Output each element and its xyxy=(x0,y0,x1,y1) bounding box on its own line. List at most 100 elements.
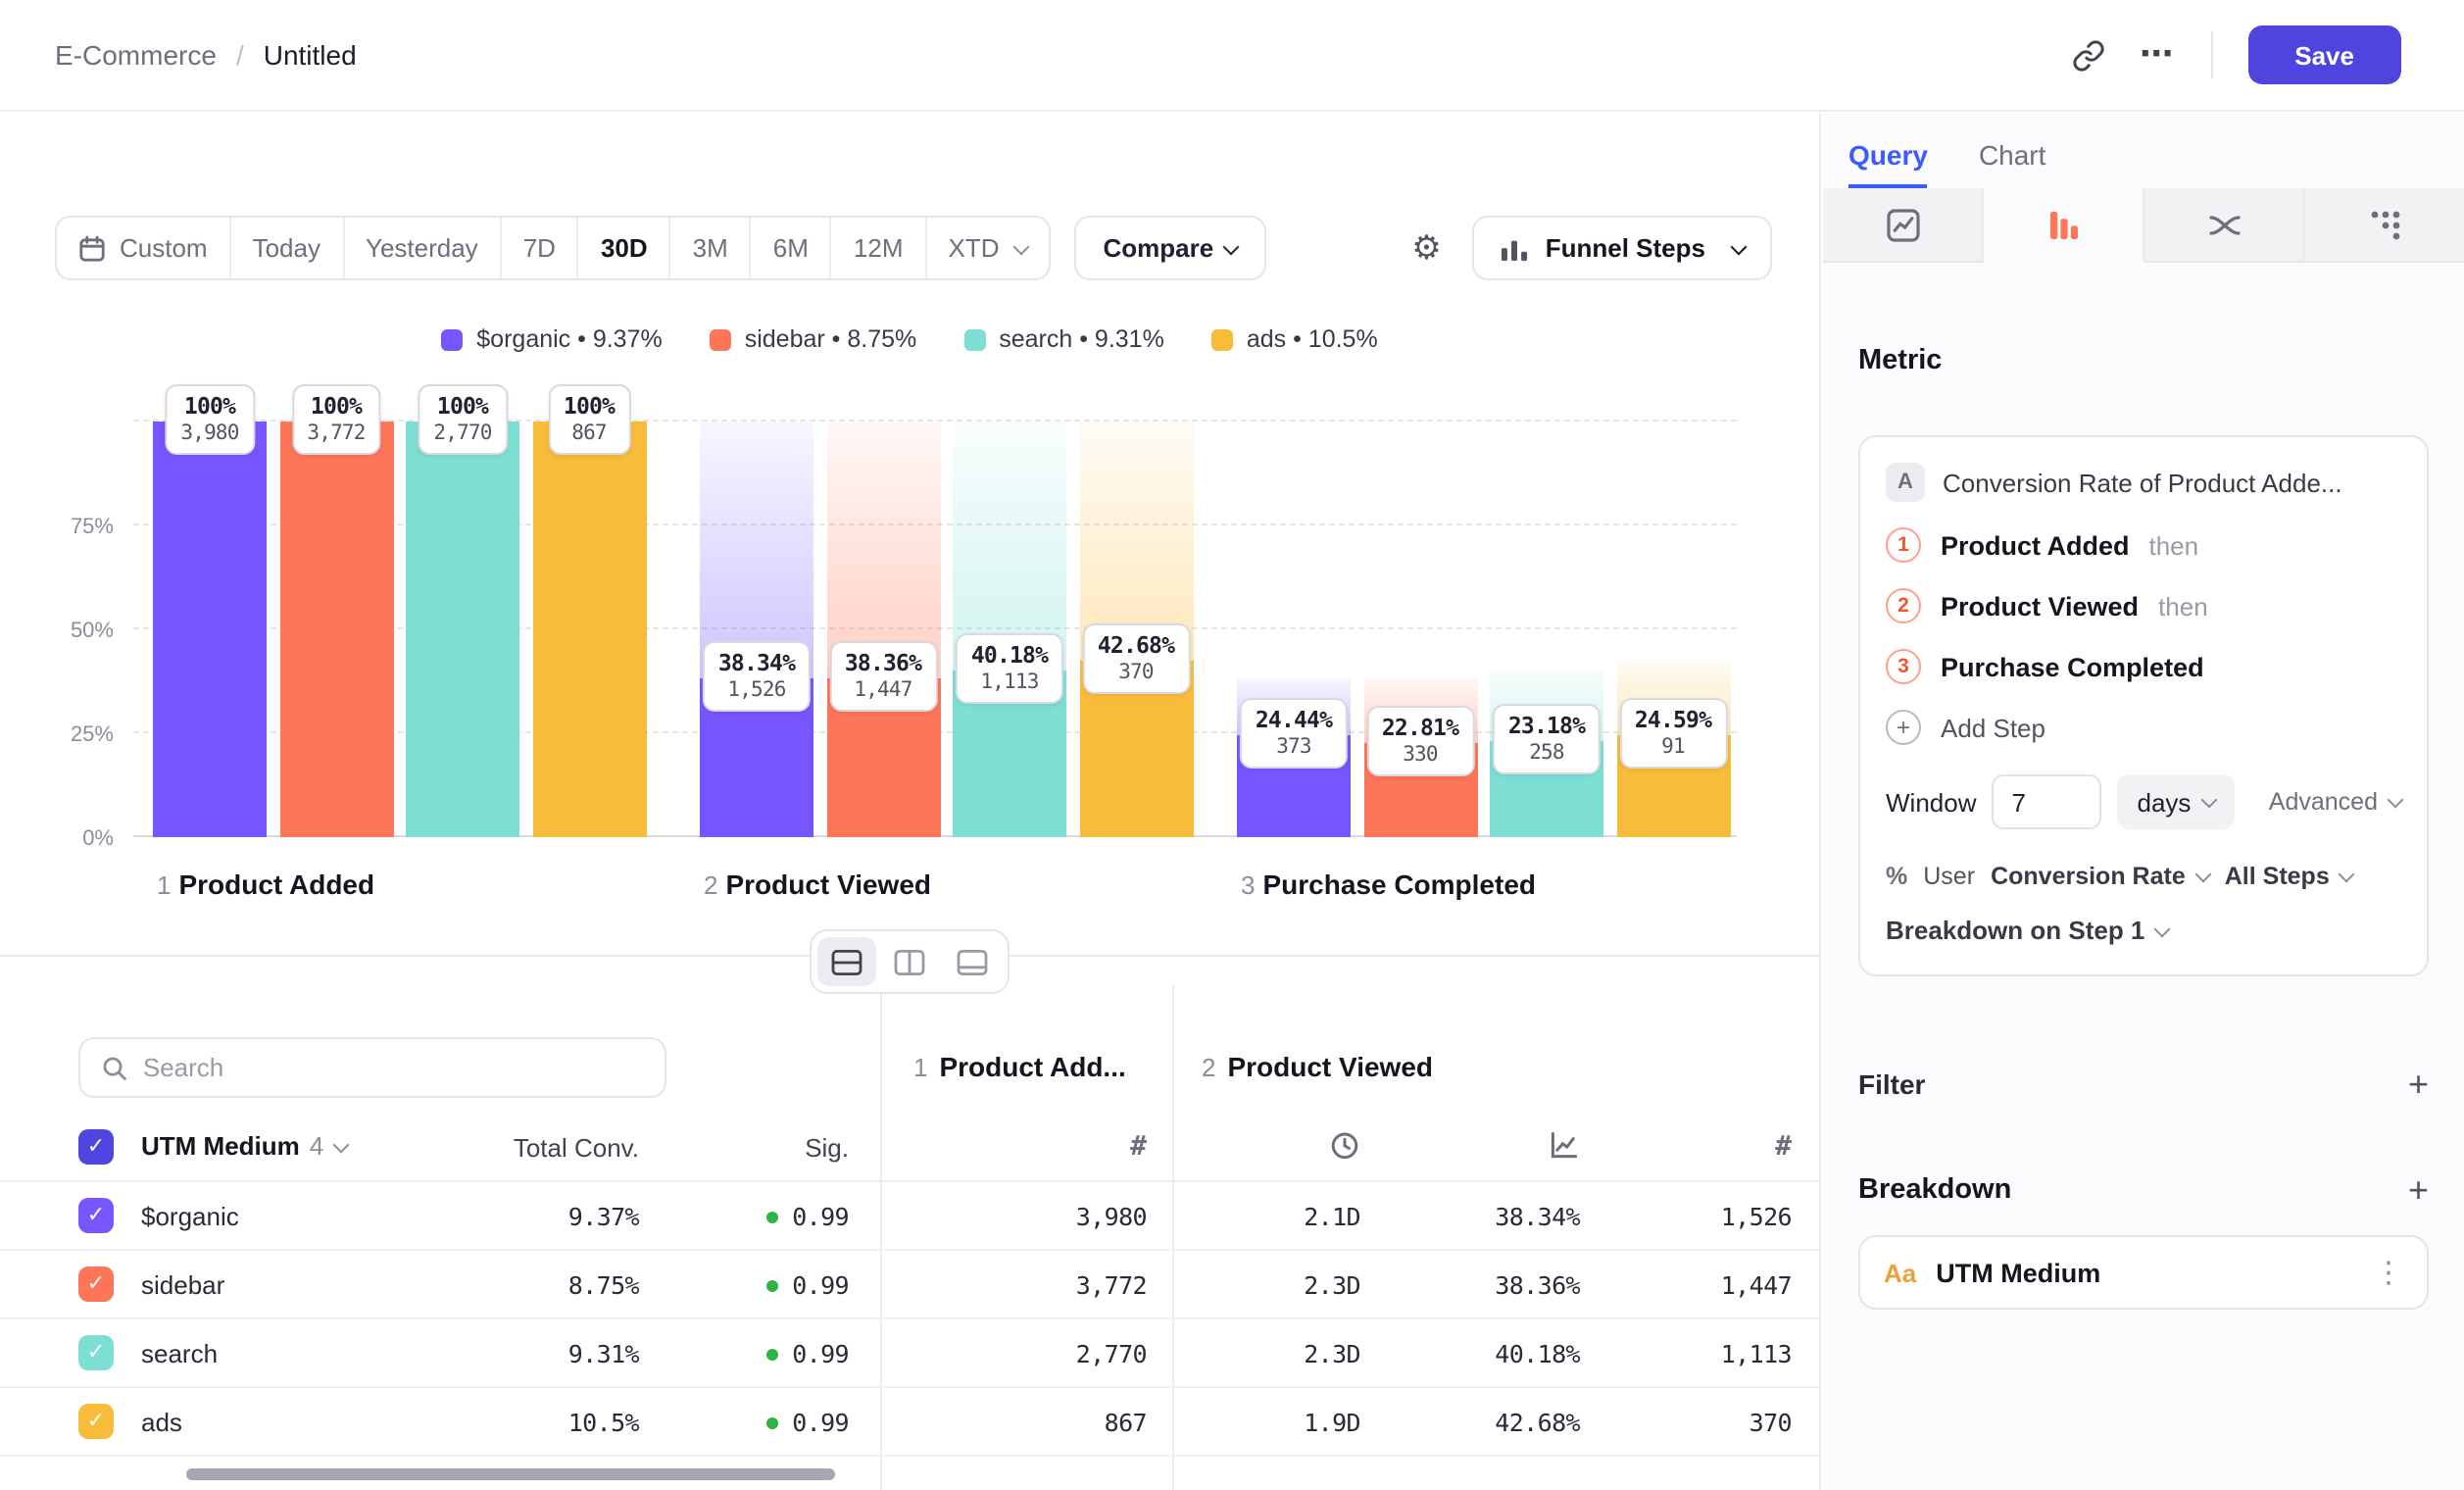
tab-flows[interactable] xyxy=(2144,188,2305,263)
sig-column-header[interactable]: Sig. xyxy=(805,1133,849,1163)
metric-title-row[interactable]: A Conversion Rate of Product Adde... xyxy=(1886,463,2401,502)
funnel-bar[interactable] xyxy=(406,422,519,837)
breadcrumb-report-title[interactable]: Untitled xyxy=(264,39,357,71)
chart-type-button[interactable]: Funnel Steps xyxy=(1473,216,1772,280)
kebab-menu-icon[interactable]: ⋮ xyxy=(2374,1255,2403,1290)
row-checkbox[interactable]: ✓ xyxy=(78,1266,114,1302)
step-number-badge: 1 xyxy=(1886,527,1921,563)
conversion-trend-toggle[interactable] xyxy=(1549,1129,1580,1170)
breakdown-item[interactable]: AaUTM Medium⋮ xyxy=(1858,1235,2429,1310)
table-search[interactable] xyxy=(78,1037,666,1098)
row-checkbox[interactable]: ✓ xyxy=(78,1404,114,1439)
metric-step[interactable]: 2Product Viewedthen xyxy=(1886,588,2401,623)
date-range-xtd[interactable]: XTD xyxy=(927,218,1049,278)
date-range-custom[interactable]: Custom xyxy=(57,218,231,278)
funnel-bar[interactable] xyxy=(953,422,1066,837)
search-input[interactable] xyxy=(143,1053,643,1082)
breakdown-on-step-select[interactable]: Breakdown on Step 1 xyxy=(1886,916,2401,945)
split-horizontal-icon xyxy=(831,948,862,975)
chart-settings-button[interactable]: ⚙ xyxy=(1411,231,1442,265)
save-button[interactable]: Save xyxy=(2247,25,2401,84)
funnel-bar[interactable] xyxy=(826,422,940,837)
horizontal-scrollbar[interactable] xyxy=(186,1468,835,1480)
date-range-30d[interactable]: 30D xyxy=(579,218,671,278)
date-range-6m[interactable]: 6M xyxy=(752,218,832,278)
window-value-input[interactable] xyxy=(1993,774,2102,829)
row-checkbox[interactable]: ✓ xyxy=(78,1335,114,1370)
steps-scope-select[interactable]: All Steps xyxy=(2225,863,2353,890)
legend-item[interactable]: ads • 10.5% xyxy=(1211,325,1378,353)
measurement-select[interactable]: Conversion Rate xyxy=(1991,863,2209,890)
layout-split-horizontal-button[interactable] xyxy=(817,937,876,986)
chevron-down-icon xyxy=(1223,238,1240,255)
measurement-actor[interactable]: User xyxy=(1923,863,1975,890)
table-row[interactable]: ✓search9.31%0.992,7702.3D40.18%1,113 xyxy=(0,1319,1819,1388)
window-unit-select[interactable]: days xyxy=(2118,774,2235,829)
metric-step[interactable]: 1Product Addedthen xyxy=(1886,527,2401,563)
tab-chart[interactable]: Chart xyxy=(1979,139,2045,188)
add-step-button[interactable]: + Add Step xyxy=(1886,710,2401,745)
bar-value-label: 40.18%1,113 xyxy=(956,633,1063,704)
legend-item[interactable]: $organic • 9.37% xyxy=(441,325,662,353)
breakdown-group-header[interactable]: UTM Medium4 xyxy=(141,1131,347,1161)
topbar-divider xyxy=(2210,31,2212,78)
date-range-7d[interactable]: 7D xyxy=(502,218,579,278)
date-range-3m[interactable]: 3M xyxy=(671,218,752,278)
bar-value-label: 38.34%1,526 xyxy=(703,640,811,711)
funnel-bar[interactable] xyxy=(700,422,813,837)
metric-step[interactable]: 3Purchase Completed xyxy=(1886,649,2401,684)
table-step2-header: 2Product Viewed xyxy=(1202,1051,1433,1086)
table-row[interactable]: ✓$organic9.37%0.993,9802.1D38.34%1,526 xyxy=(0,1182,1819,1251)
breakdown-table: 1Product Add... 2Product Viewed ✓ UTM Me… xyxy=(0,955,1819,1490)
filter-heading: Filter xyxy=(1858,1068,1925,1100)
converted-bar-segment xyxy=(153,422,267,837)
row-name: $organic xyxy=(141,1182,239,1251)
select-all-checkbox[interactable]: ✓ xyxy=(78,1129,114,1165)
funnel-plot: 0%25%50%75%100%3,980100%3,772100%2,77010… xyxy=(133,422,1737,837)
check-icon: ✓ xyxy=(87,1342,105,1364)
check-icon: ✓ xyxy=(87,1136,105,1158)
date-range-today[interactable]: Today xyxy=(231,218,344,278)
breadcrumb-project[interactable]: E-Commerce xyxy=(55,39,217,71)
date-range-12m[interactable]: 12M xyxy=(832,218,927,278)
copy-link-button[interactable] xyxy=(2071,38,2104,72)
table-row[interactable]: ✓sidebar8.75%0.993,7722.3D38.36%1,447 xyxy=(0,1251,1819,1319)
check-icon: ✓ xyxy=(87,1273,105,1295)
tab-query[interactable]: Query xyxy=(1848,139,1928,188)
advanced-toggle[interactable]: Advanced xyxy=(2269,788,2401,816)
add-breakdown-button[interactable]: + xyxy=(2408,1172,2429,1208)
layout-bottom-panel-button[interactable] xyxy=(943,937,1002,986)
compare-button[interactable]: Compare xyxy=(1074,216,1267,280)
count-metric-toggle[interactable]: # xyxy=(1775,1129,1792,1165)
bar-value-label: 22.81%330 xyxy=(1366,705,1474,775)
breakdown-items: AaUTM Medium⋮ xyxy=(1847,1235,2440,1310)
tab-retention[interactable] xyxy=(2305,188,2464,263)
legend-item[interactable]: search • 9.31% xyxy=(963,325,1164,353)
row-name: ads xyxy=(141,1388,182,1457)
tab-insights[interactable] xyxy=(1823,188,1984,263)
tab-funnels[interactable] xyxy=(1984,188,2144,263)
add-filter-button[interactable]: + xyxy=(2408,1067,2429,1102)
funnel-bar[interactable] xyxy=(532,422,646,837)
chevron-down-icon xyxy=(333,1137,350,1154)
total-conv-column-header[interactable]: Total Conv. xyxy=(514,1133,639,1163)
breakdown-heading: Breakdown xyxy=(1858,1174,2011,1206)
funnel-bar[interactable] xyxy=(153,422,267,837)
chevron-down-icon xyxy=(2154,920,2171,937)
chart-legend: $organic • 9.37% sidebar • 8.75% search • … xyxy=(0,325,1819,353)
row-checkbox[interactable]: ✓ xyxy=(78,1198,114,1233)
query-panel-content: Metric A Conversion Rate of Product Adde… xyxy=(1823,345,2464,1310)
more-menu-button[interactable]: ⋯ xyxy=(2140,35,2175,74)
count-metric-toggle[interactable]: # xyxy=(1130,1129,1147,1165)
gear-icon: ⚙ xyxy=(1411,229,1442,267)
step-name: Product Viewed xyxy=(1227,1051,1433,1082)
step-connector-label: then xyxy=(2158,591,2208,621)
time-to-convert-toggle[interactable] xyxy=(1329,1129,1360,1170)
layout-split-vertical-button[interactable] xyxy=(880,937,939,986)
table-row[interactable]: ✓ads10.5%0.998671.9D42.68%370 xyxy=(0,1388,1819,1457)
layout-toggle-group xyxy=(810,929,1010,994)
funnel-bar[interactable] xyxy=(279,422,393,837)
step-name: Product Add... xyxy=(939,1051,1125,1082)
legend-item[interactable]: sidebar • 8.75% xyxy=(710,325,917,353)
date-range-yesterday[interactable]: Yesterday xyxy=(344,218,502,278)
